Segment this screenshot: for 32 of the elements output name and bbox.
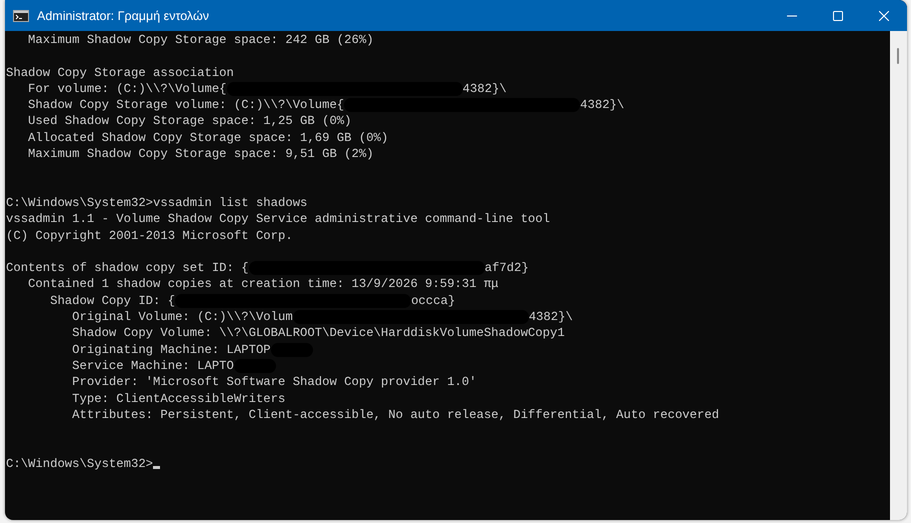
console-text: Contents of shadow copy set ID: { bbox=[6, 260, 249, 276]
console-text: 4382}\ bbox=[580, 97, 624, 114]
scroll-thumb[interactable] bbox=[897, 48, 899, 64]
console-text: Originating Machine: LAPTOP bbox=[71, 342, 271, 358]
console-text: Shadow Copy ID: { bbox=[49, 292, 176, 310]
console-text: af7d2} bbox=[484, 260, 529, 276]
console-text: Service Machine: LAPTO bbox=[71, 358, 234, 374]
console-text: C:\Windows\System32> bbox=[6, 456, 154, 472]
maximize-icon bbox=[833, 10, 843, 20]
console-text: 4382}\ bbox=[462, 80, 507, 98]
console-text: For volume: (C:)\\?\Volume{ bbox=[27, 80, 227, 98]
terminal-icon bbox=[13, 10, 29, 22]
console-text: Contained 1 shadow copies at creation time: 13/9/2026 9:59:31 πμ bbox=[27, 276, 499, 293]
window-title: Administrator: Γραμμή εντολών bbox=[37, 8, 210, 22]
console-text: vssadmin 1.1 - Volume Shadow Copy Service administrative command-line tool bbox=[6, 211, 550, 228]
console-text: (C) Copyright 2001-2013 Microsoft Corp. bbox=[6, 228, 293, 244]
console-text: Shadow Copy Volume: \\?\GLOBALROOT\Device\HarddiskVolumeShadowCopy1 bbox=[71, 325, 565, 342]
console-text: 4382}\ bbox=[528, 309, 573, 326]
console-text: Used Shadow Copy Storage space: 1,25 GB (0%) bbox=[27, 113, 352, 130]
console-text: Attributes: Persistent, Client-accessible, No auto release, Differential, Auto recovered bbox=[71, 406, 720, 424]
close-icon bbox=[879, 10, 889, 20]
console-text: Allocated Shadow Copy Storage space: 1,69 GB (0%) bbox=[27, 130, 388, 146]
scrollbar[interactable] bbox=[890, 31, 907, 520]
console-text: Shadow Copy Storage volume: (C:)\\?\Volume{ bbox=[27, 97, 344, 114]
console-text: occca} bbox=[411, 292, 456, 310]
console-text: Maximum Shadow Copy Storage space: 9,51 GB (2%) bbox=[27, 146, 374, 162]
console-text: Maximum Shadow Copy Storage space: 242 GB (26%) bbox=[27, 32, 374, 48]
console-text: Provider: 'Microsoft Software Shadow Copy provider 1.0' bbox=[71, 374, 476, 391]
console-text: Type: ClientAccessibleWriters bbox=[71, 390, 286, 407]
console-text: C:\Windows\System32>vssadmin list shadows bbox=[6, 194, 308, 212]
console-text: Shadow Copy Storage association bbox=[6, 64, 234, 81]
console-text: Original Volume: (C:)\\?\Volum bbox=[71, 309, 293, 326]
